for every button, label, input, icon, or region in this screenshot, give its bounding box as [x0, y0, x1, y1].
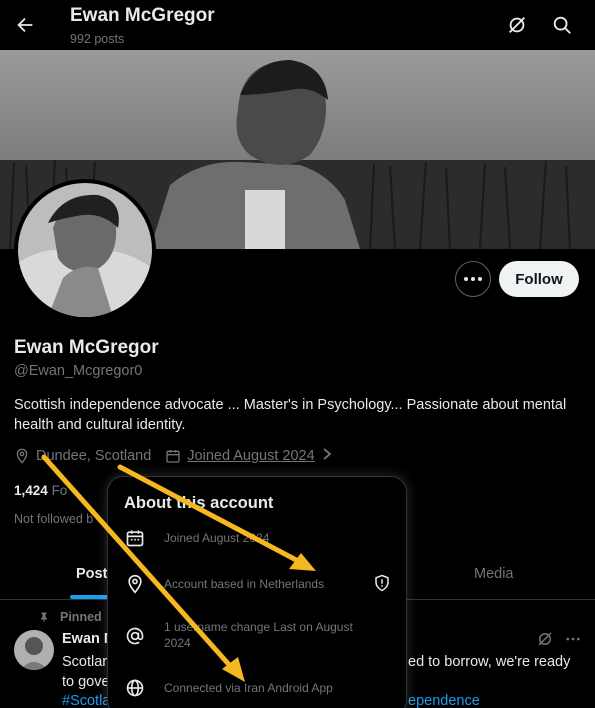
header-title: Ewan McGregor — [70, 5, 215, 26]
more-dots-icon[interactable] — [564, 630, 582, 653]
popover-item-location: Account based in Netherlands — [124, 573, 324, 595]
grok-icon[interactable] — [505, 13, 529, 37]
popover-title: About this account — [124, 494, 274, 512]
profile-handle: @Ewan_Mcgregor0 — [14, 363, 143, 379]
calendar-icon — [124, 527, 146, 549]
followed-by-text: Not followed b — [14, 512, 94, 526]
bio-line: health and cultural identity. — [14, 417, 186, 433]
at-icon — [124, 625, 146, 647]
post-actions — [536, 630, 582, 653]
profile-meta: Dundee, Scotland Joined August 2024 — [14, 446, 333, 466]
pinned-label: Pinned — [38, 610, 102, 624]
top-bar: Ewan McGregor 992 posts — [0, 0, 595, 50]
search-icon[interactable] — [550, 13, 574, 37]
chevron-right-icon[interactable] — [321, 447, 333, 465]
following-label: Fo — [51, 483, 68, 498]
post-avatar[interactable] — [14, 630, 54, 670]
location-icon — [14, 448, 30, 464]
more-options-button[interactable] — [455, 261, 491, 297]
popover-item-text: Connected via Iran Android App — [164, 681, 333, 695]
popover-item-text: Account based in Netherlands — [164, 577, 325, 591]
post-text: Scotlar — [62, 654, 108, 670]
following-stats[interactable]: 1,424 Fo — [14, 483, 67, 498]
grok-icon[interactable] — [536, 630, 554, 653]
profile-joined-link[interactable]: Joined August 2024 — [187, 448, 314, 464]
post-text: ed to borrow, we're ready — [408, 654, 571, 670]
popover-item-connection: Connected via Iran Android App — [124, 677, 333, 699]
profile-bio: Scottish independence advocate ... Maste… — [14, 395, 584, 435]
tab-media[interactable]: Media — [474, 566, 514, 582]
location-icon — [124, 573, 146, 595]
popover-item-text-line: 1 username change Last on August — [164, 620, 353, 634]
more-dots-icon — [464, 277, 482, 281]
profile-location: Dundee, Scotland — [36, 448, 152, 464]
popover-item-joined: Joined August 2024 — [124, 527, 269, 549]
tab-posts[interactable]: Post — [76, 566, 107, 582]
globe-icon — [124, 677, 146, 699]
follow-button[interactable]: Follow — [499, 261, 579, 297]
post-hashtag[interactable]: ependence — [408, 693, 480, 708]
pin-icon — [41, 612, 47, 622]
popover-item-text-line: 2024 — [164, 636, 191, 650]
popover-item-username: 1 username change Last on August 2024 — [124, 619, 353, 651]
bio-line: Scottish independence advocate ... Maste… — [14, 397, 567, 413]
back-arrow-icon[interactable] — [12, 12, 38, 38]
following-count: 1,424 — [14, 483, 48, 498]
shield-icon[interactable] — [373, 574, 391, 597]
about-account-popover: About this account Joined August 2024 Ac… — [107, 476, 407, 708]
popover-item-text: Joined August 2024 — [164, 531, 270, 545]
post-hashtag[interactable]: #Scotla — [62, 693, 110, 708]
profile-avatar[interactable] — [14, 179, 156, 321]
calendar-icon — [165, 448, 181, 464]
post-text: to gove — [62, 674, 110, 690]
pinned-text: Pinned — [60, 610, 102, 624]
popover-item-text: 1 username change Last on August 2024 — [164, 619, 353, 651]
header-post-count: 992 posts — [70, 32, 125, 46]
profile-name: Ewan McGregor — [14, 337, 159, 358]
